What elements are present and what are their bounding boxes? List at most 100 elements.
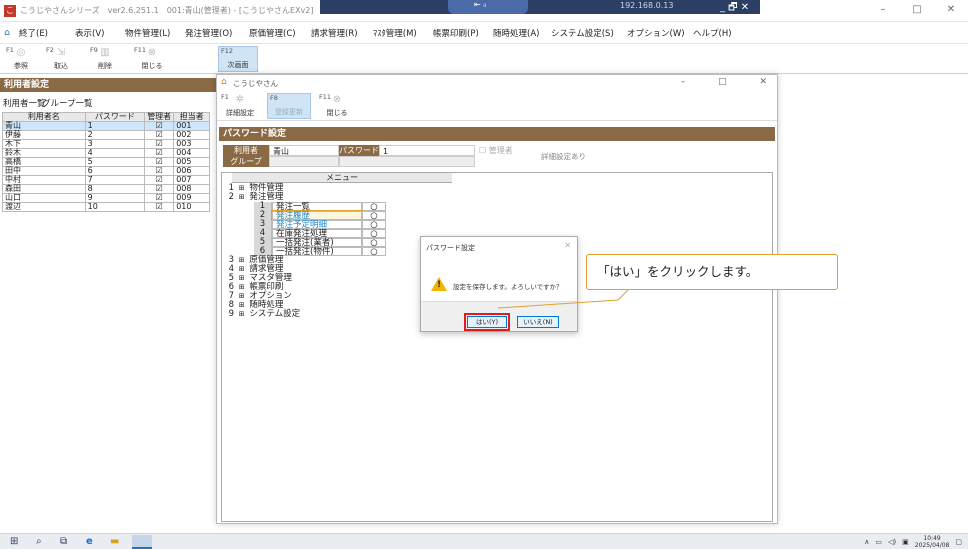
app-small-icon: ⌂	[221, 77, 227, 87]
refer-button[interactable]: F1 ◎ 参照	[4, 46, 38, 72]
menu-system[interactable]: システム設定(S)	[546, 27, 622, 39]
edge-browser-icon[interactable]: e	[86, 536, 93, 547]
fkey-label: F2	[46, 46, 54, 54]
submenu-row[interactable]: 1 発注一覧 ○	[254, 202, 448, 212]
table-row[interactable]: 渡辺 10 ☑ 010	[2, 202, 210, 212]
submenu-row[interactable]: 3 発注予定明細 ○	[254, 220, 448, 230]
cell-pw: 5	[84, 157, 146, 167]
task-view-icon[interactable]: ⧉	[60, 536, 67, 547]
menu-view[interactable]: 表示(V)	[70, 27, 120, 39]
menu-row[interactable]: 9 ⊞ システム設定	[224, 310, 448, 319]
menu-exit[interactable]: 終了(E)	[14, 27, 70, 39]
expand-toggle-icon[interactable]: ⊞	[237, 283, 247, 292]
permission-mark[interactable]: ○	[362, 229, 386, 239]
file-explorer-icon[interactable]: ▬	[110, 536, 119, 547]
cell-pw: 7	[84, 175, 146, 185]
submenu-row[interactable]: 2 発注履歴 ○	[254, 210, 448, 221]
menu-cost[interactable]: 原価管理(C)	[244, 27, 306, 39]
expand-toggle-icon[interactable]: ⊞	[237, 301, 247, 310]
menu-permission-panel: メニュー 1 ⊞ 物件管理 2 ⊞ 発注管理 1 発注一覧 ○ 2 発注履歴 ○ 3 発注予定明細…	[221, 172, 773, 522]
tab-user-list[interactable]: 利用者一覧	[3, 97, 46, 109]
app-logo-icon: こ	[4, 5, 16, 17]
submenu-label: 発注予定明細	[272, 220, 362, 230]
instruction-callout: 「はい」をクリックします。	[586, 254, 838, 290]
group-value[interactable]	[269, 156, 339, 167]
windows-start-icon[interactable]: ⊞	[10, 536, 18, 547]
next-screen-button[interactable]: F12 次画面	[218, 46, 258, 72]
user-value: 青山	[269, 145, 339, 156]
detail-settings-button[interactable]: F1 ✲ 詳細設定	[219, 93, 261, 119]
menu-adhoc[interactable]: 随時処理(A)	[488, 27, 546, 39]
window-controls: – □ ✕	[866, 0, 968, 22]
permission-mark[interactable]: ○	[362, 247, 386, 257]
password-field[interactable]: 1	[379, 145, 475, 156]
action-center-icon[interactable]: ▢	[955, 538, 962, 546]
expand-toggle-icon[interactable]: ⊞	[237, 193, 247, 202]
submenu-row[interactable]: 5 一括発注(業者) ○	[254, 238, 448, 248]
cell-pw: 4	[84, 148, 146, 158]
clock-date: 2025/04/08	[914, 542, 950, 549]
maximize-button[interactable]: □	[900, 0, 934, 22]
detail-status: 詳細設定あり	[541, 152, 586, 161]
window-title: こうじやさんシリーズ ver2.6.251.1 001:青山(管理者) - [こ…	[20, 6, 314, 15]
expand-toggle-icon[interactable]: ⊞	[237, 292, 247, 301]
search-icon[interactable]: ⌕	[36, 536, 42, 547]
button-label: 閉じる	[326, 109, 348, 117]
confirm-close-icon[interactable]: ✕	[564, 241, 571, 250]
clock-time: 10:49	[923, 535, 941, 542]
minimize-button[interactable]: –	[866, 0, 900, 22]
volume-icon[interactable]: ◁)	[888, 538, 896, 546]
menu-master[interactable]: ﾏｽﾀ管理(M)	[368, 27, 428, 39]
dialog-window-controls[interactable]: – □ ✕	[681, 77, 767, 87]
trash-icon: ▥	[100, 47, 110, 58]
submenu-label: 一括発注(業者)	[272, 238, 362, 248]
fkey-label: F11	[134, 46, 147, 54]
column-header[interactable]: パスワード	[84, 112, 146, 122]
cell-name: 渡辺	[2, 202, 86, 212]
permission-mark[interactable]: ○	[362, 220, 386, 230]
fkey-label: F8	[270, 94, 278, 102]
remote-window-controls[interactable]: _ 🗗 ✕	[720, 0, 749, 17]
expand-toggle-icon[interactable]: ⊞	[237, 265, 247, 274]
expand-toggle-icon[interactable]: ⊞	[237, 256, 247, 265]
menu-tree: 1 ⊞ 物件管理 2 ⊞ 発注管理 1 発注一覧 ○ 2 発注履歴 ○ 3 発注予定明細 ○ 4 在庫発…	[224, 184, 448, 319]
menu-option[interactable]: オプション(W)	[622, 27, 688, 39]
clock[interactable]: 10:49 2025/04/08	[915, 535, 950, 549]
yes-button[interactable]: はい(Y)	[464, 313, 510, 331]
menu-help[interactable]: ヘルプ(H)	[688, 27, 738, 39]
tab-group-list[interactable]: グループ一覧	[42, 97, 93, 109]
chevron-up-icon[interactable]: ∧	[864, 538, 869, 546]
no-button[interactable]: いいえ(N)	[517, 316, 559, 328]
menu-print[interactable]: 帳票印刷(P)	[428, 27, 488, 39]
close-screen-button[interactable]: F11 ⊗ 閉じる	[132, 46, 172, 72]
button-label: 参照	[14, 62, 28, 70]
remote-signal[interactable]: ⇤ ᵢₗ	[448, 0, 528, 14]
expand-toggle-icon[interactable]: ⊞	[237, 310, 247, 319]
expand-toggle-icon[interactable]: ⊞	[237, 274, 247, 283]
button-label: 閉じる	[141, 62, 163, 70]
permission-mark[interactable]: ○	[362, 238, 386, 248]
menu-row[interactable]: 2 ⊞ 発注管理	[224, 193, 448, 202]
cell-pw: 8	[84, 184, 146, 194]
import-button[interactable]: F2 ⇲ 取込	[44, 46, 78, 72]
notification-icon[interactable]: ▣	[902, 538, 909, 546]
network-icon[interactable]: ▭	[875, 538, 882, 546]
menu-order[interactable]: 発注管理(O)	[180, 27, 244, 39]
button-label: 削除	[98, 62, 112, 70]
admin-checkbox[interactable]: ☐ 管理者	[479, 145, 513, 156]
admin-label: 管理者	[488, 146, 513, 155]
close-button[interactable]: ✕	[934, 0, 968, 22]
app-taskbar-icon[interactable]	[132, 535, 152, 549]
warning-mark: !	[437, 280, 442, 290]
menu-property[interactable]: 物件管理(L)	[120, 27, 180, 39]
submenu-row[interactable]: 4 在庫発注処理 ○	[254, 229, 448, 239]
menu-billing[interactable]: 請求管理(R)	[306, 27, 368, 39]
permission-mark[interactable]: ○	[362, 202, 386, 212]
dialog-close-button[interactable]: F11 ⊗ 閉じる	[317, 93, 357, 119]
confirm-dialog: パスワード設定 ✕ ! 設定を保存します。よろしいですか？ はい(Y) いいえ(…	[420, 236, 578, 332]
dialog-toolbar: F1 ✲ 詳細設定 F8 登録更新 F11 ⊗ 閉じる	[217, 91, 777, 121]
delete-button[interactable]: F9 ▥ 削除	[88, 46, 122, 72]
expand-toggle-icon[interactable]: ⊞	[237, 184, 247, 193]
permission-mark[interactable]: ○	[362, 211, 386, 221]
register-update-button[interactable]: F8 登録更新	[267, 93, 311, 119]
